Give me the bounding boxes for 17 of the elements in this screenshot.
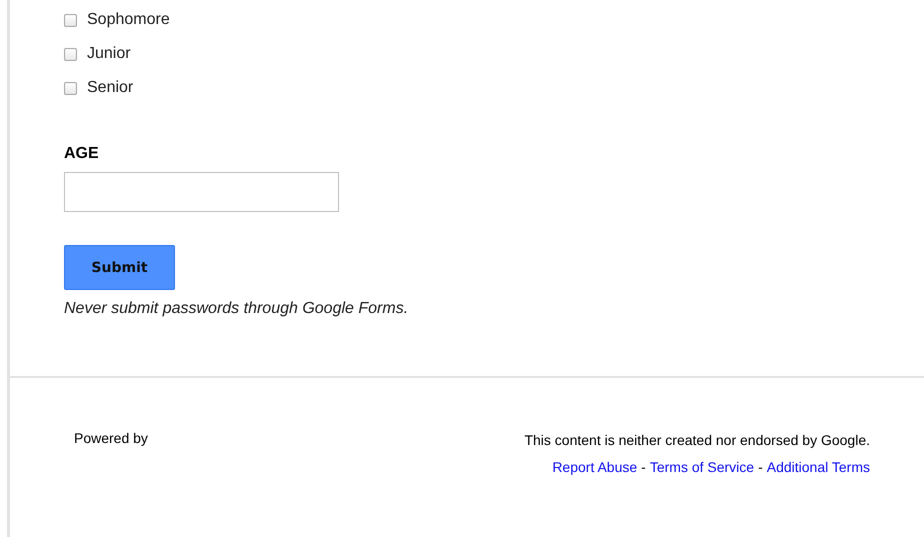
submit-button[interactable]: Submit xyxy=(64,245,175,290)
footer-link[interactable]: Report Abuse xyxy=(552,459,638,475)
age-input[interactable] xyxy=(64,172,339,212)
question-label: AGE xyxy=(64,145,100,163)
link-separator: - xyxy=(641,459,646,475)
link-separator: - xyxy=(758,459,763,475)
footer-link[interactable]: Additional Terms xyxy=(766,459,870,475)
password-warning: Never submit passwords through Google Forms. xyxy=(64,300,410,318)
option-label: Sophomore xyxy=(87,11,170,29)
powered-by-text: Powered by xyxy=(74,430,148,448)
option-label: Senior xyxy=(87,79,134,97)
footer-link[interactable]: Terms of Service xyxy=(650,459,754,475)
checkbox[interactable] xyxy=(64,82,77,94)
checkbox[interactable] xyxy=(64,14,77,26)
disclaimer-text: This content is neither created nor endorsed by Google. xyxy=(524,432,870,448)
checkbox[interactable] xyxy=(64,48,77,60)
option-label: Junior xyxy=(87,45,131,63)
